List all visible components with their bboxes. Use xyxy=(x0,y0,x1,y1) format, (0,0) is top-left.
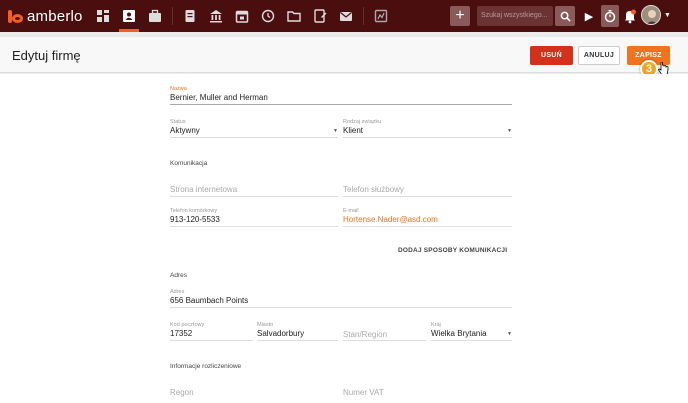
address-section-title: Adres xyxy=(170,272,187,279)
city-label: Miasto xyxy=(257,322,274,328)
work-phone-underline xyxy=(343,196,512,197)
email-value: Hortense.Nader@asd.com xyxy=(343,215,438,224)
country-select[interactable]: Kraj Wielka Brytania ▼ xyxy=(431,322,512,341)
email-field[interactable]: E-mail Hortense.Nader@asd.com xyxy=(343,208,512,227)
search-input[interactable]: Szukaj wszystkiego... xyxy=(477,6,553,26)
add-button[interactable]: + xyxy=(450,6,470,26)
folder-icon[interactable] xyxy=(281,0,307,32)
contacts-icon[interactable] xyxy=(116,0,142,32)
search-icon xyxy=(560,11,571,22)
state-region-underline xyxy=(343,340,426,341)
name-value: Bernier, Muller and Herman xyxy=(170,93,268,102)
country-underline xyxy=(431,340,512,341)
relation-type-label: Rodzaj związku xyxy=(343,119,382,125)
country-value: Wielka Brytania xyxy=(431,329,487,338)
mobile-phone-label: Telefon komórkowy xyxy=(170,208,218,214)
top-navbar: amberlo + Szukaj wszystkiego... ▶ ▼ xyxy=(0,0,688,32)
status-select[interactable]: Status Aktywny ▼ xyxy=(170,119,338,138)
email-underline xyxy=(343,226,512,227)
status-underline xyxy=(170,137,338,138)
address-value: 656 Baumbach Points xyxy=(170,296,249,305)
city-underline xyxy=(257,340,338,341)
address-underline xyxy=(170,307,512,308)
chevron-down-icon[interactable]: ▼ xyxy=(664,12,671,19)
work-phone-placeholder: Telefon służbowy xyxy=(343,185,404,194)
postal-code-value: 17352 xyxy=(170,329,193,338)
chevron-down-icon: ▼ xyxy=(507,331,512,337)
status-label: Status xyxy=(170,119,186,125)
mobile-phone-input[interactable]: Telefon komórkowy 913-120-5533 xyxy=(170,208,338,227)
amberlo-logo[interactable]: amberlo xyxy=(8,6,83,26)
company-form: Nazwa Bernier, Muller and Herman Status … xyxy=(0,74,688,403)
chevron-down-icon: ▼ xyxy=(507,128,512,134)
reports-icon[interactable] xyxy=(368,0,394,32)
bell-icon xyxy=(625,9,636,24)
user-photo xyxy=(642,6,660,24)
mobile-phone-underline xyxy=(170,226,338,227)
page-title: Edytuj firmę xyxy=(12,48,81,63)
matters-icon[interactable] xyxy=(142,0,168,32)
billing-section-title: Informacje rozliczeniowe xyxy=(170,363,242,370)
address-input[interactable]: Adres 656 Baumbach Points xyxy=(170,289,512,308)
name-field[interactable]: Nazwa Bernier, Muller and Herman xyxy=(170,86,512,105)
cancel-button[interactable]: ANULUJ xyxy=(578,46,620,65)
city-input[interactable]: Miasto Salvadorbury xyxy=(257,322,338,341)
logo-text: amberlo xyxy=(27,7,83,25)
delete-button[interactable]: USUŃ xyxy=(530,46,573,65)
logo-icon xyxy=(8,8,25,25)
state-region-input[interactable]: Stan/Region xyxy=(343,324,426,341)
stopwatch-icon xyxy=(604,10,616,23)
postal-code-input[interactable]: Kod pocztowy 17352 xyxy=(170,322,253,341)
relation-type-underline xyxy=(343,137,512,138)
postal-code-underline xyxy=(170,340,253,341)
documents-icon[interactable] xyxy=(177,0,203,32)
website-underline xyxy=(170,196,338,197)
state-region-placeholder: Stan/Region xyxy=(343,330,388,339)
regon-input[interactable]: Regon xyxy=(170,382,338,400)
institution-icon[interactable] xyxy=(203,0,229,32)
vat-number-input[interactable]: Numer VAT xyxy=(343,382,512,400)
status-value: Aktywny xyxy=(170,126,200,135)
regon-placeholder: Regon xyxy=(170,388,194,397)
communication-section-title: Komunikacja xyxy=(170,160,208,167)
website-placeholder: Strona internetowa xyxy=(170,185,238,194)
notifications-button[interactable] xyxy=(623,8,637,24)
nav-divider xyxy=(363,7,364,25)
dashboard-icon[interactable] xyxy=(90,0,116,32)
nav-divider xyxy=(172,7,173,25)
email-label: E-mail xyxy=(343,208,359,214)
timer-button[interactable] xyxy=(601,5,619,27)
website-input[interactable]: Strona internetowa xyxy=(170,179,338,197)
address-label: Adres xyxy=(170,289,185,295)
name-underline xyxy=(170,104,512,105)
main-nav xyxy=(90,0,394,32)
vat-number-placeholder: Numer VAT xyxy=(343,388,384,397)
chevron-down-icon: ▼ xyxy=(333,128,338,134)
calendar-icon[interactable] xyxy=(229,0,255,32)
mail-icon[interactable] xyxy=(333,0,359,32)
name-label: Nazwa xyxy=(170,86,187,92)
relation-type-value: Klient xyxy=(343,126,364,135)
add-communication-button[interactable]: DODAJ SPOSOBY KOMUNIKACJI xyxy=(398,247,507,254)
search-button[interactable] xyxy=(555,6,575,26)
work-phone-input[interactable]: Telefon służbowy xyxy=(343,179,512,197)
notes-icon[interactable] xyxy=(307,0,333,32)
user-avatar[interactable] xyxy=(641,5,661,25)
relation-type-select[interactable]: Rodzaj związku Klient ▼ xyxy=(343,119,512,138)
history-icon[interactable] xyxy=(255,0,281,32)
play-button[interactable]: ▶ xyxy=(582,7,596,25)
postal-code-label: Kod pocztowy xyxy=(170,322,205,328)
country-label: Kraj xyxy=(431,322,441,328)
city-value: Salvadorbury xyxy=(257,329,305,338)
mobile-phone-value: 913-120-5533 xyxy=(170,215,220,224)
